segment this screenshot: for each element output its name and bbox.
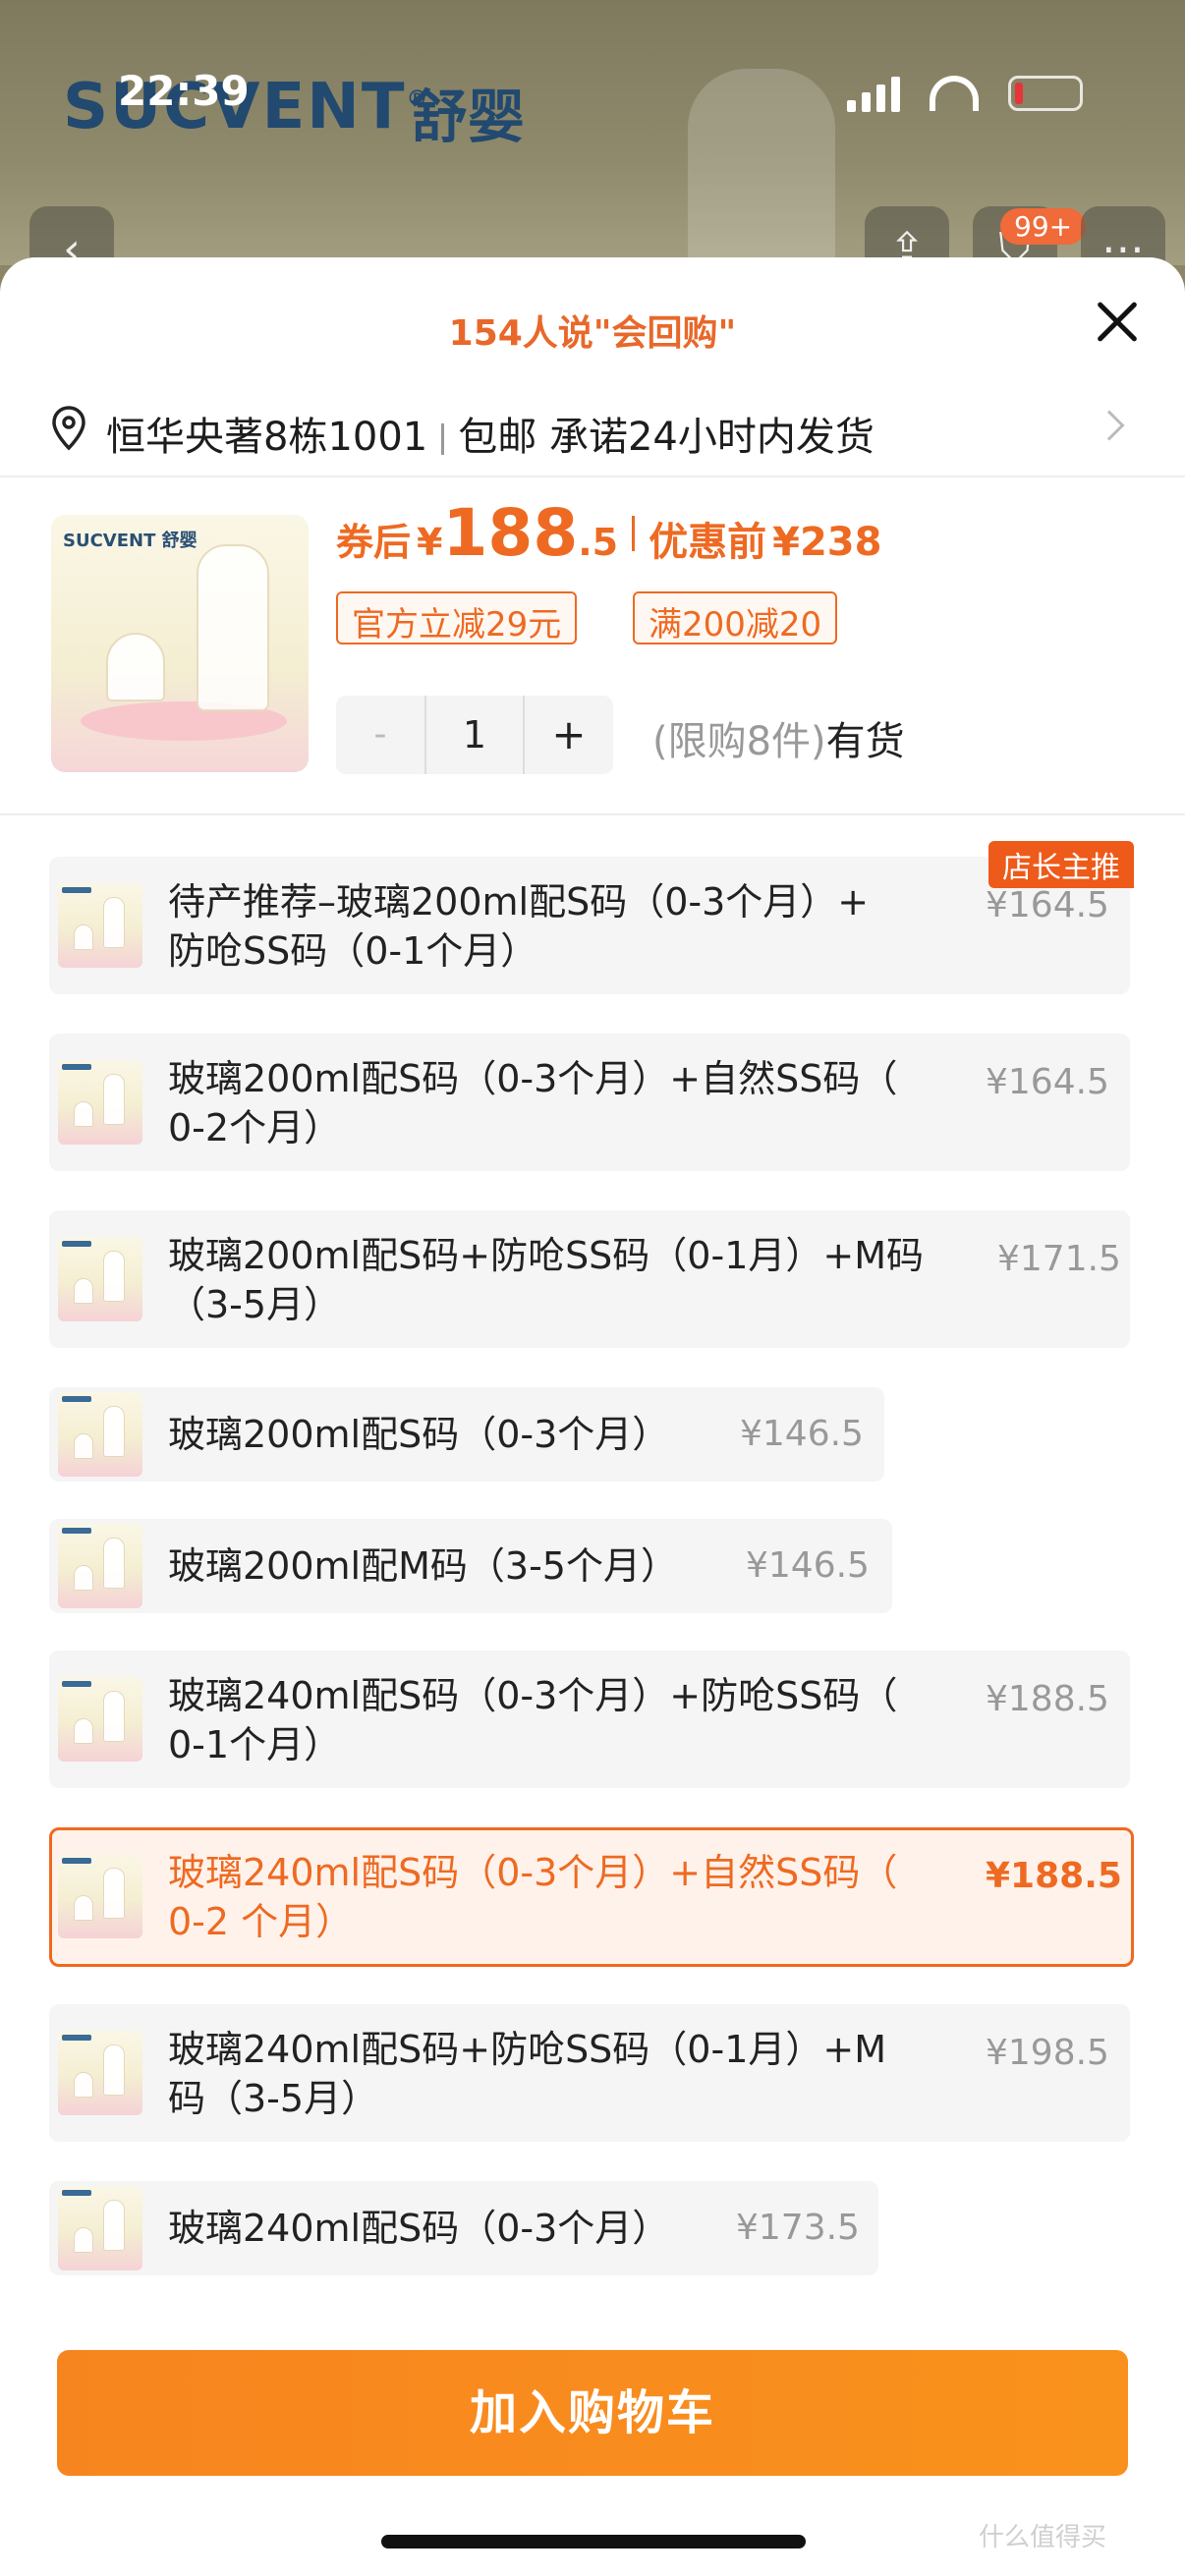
- status-bar: 22:39: [0, 0, 1185, 187]
- sku-option[interactable]: 待产推荐–玻璃200ml配S码（0-3个月）+ 防呛SS码（0-1个月） ¥164…: [49, 857, 1130, 994]
- sku-option[interactable]: 玻璃240ml配S码+防呛SS码（0-1月）+M 码（3-5月） ¥198.5: [49, 2004, 1130, 2142]
- price-line: 券后 ¥188.5 优惠前 ¥238: [336, 495, 881, 571]
- sku-option[interactable]: 玻璃200ml配M码（3-5个月） ¥146.5: [49, 1519, 892, 1613]
- delivery-address: 恒华央著8栋1001: [106, 415, 428, 460]
- product-thumbnail[interactable]: SUCVENT 舒婴: [51, 515, 309, 772]
- sku-option-name: 玻璃200ml配S码（0-3个月）+自然SS码（ 0-2个月）: [168, 1057, 898, 1149]
- sku-option-thumbnail: [58, 1060, 142, 1145]
- sku-option[interactable]: 玻璃200ml配S码+防呛SS码（0-1月）+M码 （3-5月） ¥171.5: [49, 1210, 1130, 1348]
- quantity-stepper: - 1 +: [336, 696, 613, 774]
- price-label: 券后: [336, 521, 412, 564]
- price-decimal: .5: [578, 521, 619, 564]
- sku-option-price: ¥146.5: [740, 1414, 864, 1454]
- original-price: ¥238: [772, 520, 882, 565]
- sku-option-thumbnail: [58, 2031, 142, 2115]
- sku-option-thumbnail: [58, 1392, 142, 1477]
- sku-option-price: ¥188.5: [986, 1856, 1122, 1896]
- sku-option-thumbnail: [58, 1854, 142, 1938]
- battery-icon: [1008, 76, 1083, 111]
- coupon-badge: 满200减20: [633, 591, 838, 644]
- sku-option[interactable]: 玻璃240ml配S码（0-3个月）+防呛SS码（ 0-1个月） ¥188.5: [49, 1651, 1130, 1788]
- sku-option-name: 待产推荐–玻璃200ml配S码（0-3个月）+ 防呛SS码（0-1个月）: [168, 880, 870, 973]
- shop-owner-recommend-tag: 店长主推: [988, 841, 1134, 888]
- sku-option-name: 玻璃240ml配S码（0-3个月）+防呛SS码（ 0-1个月）: [168, 1674, 898, 1766]
- sku-option-price: ¥164.5: [986, 885, 1109, 925]
- address-text: 恒华央著8栋1001 包邮 承诺24小时内发货: [106, 405, 875, 462]
- repurchase-title: 154人说"会回购": [448, 313, 737, 354]
- sku-option-name: 玻璃200ml配S码+防呛SS码（0-1月）+M码 （3-5月）: [168, 1234, 925, 1326]
- location-pin-icon: [52, 406, 85, 451]
- thumbnail-logo: SUCVENT 舒婴: [63, 531, 198, 551]
- sku-option-thumbnail: [58, 883, 142, 968]
- sku-option-price: ¥164.5: [986, 1062, 1109, 1102]
- original-price-label: 优惠前: [649, 520, 767, 565]
- sku-option[interactable]: 玻璃240ml配S码（0-3个月） ¥173.5: [49, 2181, 878, 2275]
- close-icon[interactable]: [1087, 293, 1146, 352]
- sku-option-thumbnail: [58, 2186, 142, 2270]
- cellular-signal-icon: [847, 75, 900, 112]
- add-to-cart-button[interactable]: 加入购物车: [57, 2350, 1128, 2476]
- wifi-icon: [930, 76, 979, 111]
- stock-status: (限购8件)有货: [652, 709, 905, 766]
- price-integer: 188: [442, 495, 579, 571]
- sku-option-price: ¥173.5: [736, 2208, 860, 2248]
- decrease-button[interactable]: -: [336, 696, 424, 774]
- shipping-promise: 包邮 承诺24小时内发货: [458, 415, 875, 460]
- in-stock: 有货: [825, 719, 905, 764]
- divider: [0, 813, 1185, 815]
- clock: 22:39: [118, 67, 250, 115]
- sku-selector-sheet: 154人说"会回购" 恒华央著8栋1001 包邮 承诺24小时内发货 SUCVEN…: [0, 257, 1185, 2576]
- sku-option-thumbnail: [58, 1677, 142, 1762]
- coupon-badge: 官方立减29元: [336, 591, 578, 644]
- sku-option-thumbnail: [58, 1237, 142, 1321]
- sku-option[interactable]: 玻璃200ml配S码（0-3个月）+自然SS码（ 0-2个月） ¥164.5: [49, 1034, 1130, 1171]
- currency-symbol: ¥: [417, 521, 443, 564]
- increase-button[interactable]: +: [525, 696, 613, 774]
- sku-option-name: 玻璃240ml配S码（0-3个月）: [168, 2207, 670, 2250]
- sku-option-price: ¥146.5: [746, 1545, 870, 1586]
- home-indicator[interactable]: [381, 2535, 806, 2548]
- sku-option[interactable]: 玻璃200ml配S码（0-3个月） ¥146.5: [49, 1387, 884, 1482]
- sku-option-name: 玻璃240ml配S码（0-3个月）+自然SS码（ 0-2 个月）: [168, 1851, 898, 1943]
- address-row[interactable]: 恒华央著8栋1001 包邮 承诺24小时内发货: [0, 383, 1185, 481]
- watermark: 什么值得买: [979, 2523, 1107, 2552]
- sku-option-price: ¥171.5: [997, 1239, 1121, 1279]
- sku-option-name: 玻璃240ml配S码+防呛SS码（0-1月）+M 码（3-5月）: [168, 2028, 887, 2120]
- sku-option-thumbnail: [58, 1524, 142, 1608]
- chevron-right-icon: [1094, 410, 1125, 441]
- quantity-value[interactable]: 1: [424, 696, 525, 774]
- sku-option-name: 玻璃200ml配S码（0-3个月）: [168, 1413, 670, 1456]
- sku-option-price: ¥188.5: [986, 1679, 1109, 1719]
- sku-option-name: 玻璃200ml配M码（3-5个月）: [168, 1544, 678, 1588]
- divider: [0, 476, 1185, 477]
- purchase-limit: (限购8件): [652, 719, 826, 764]
- sku-option-selected[interactable]: 玻璃240ml配S码（0-3个月）+自然SS码（ 0-2 个月） ¥188.5: [49, 1827, 1134, 1967]
- cart-count-badge: 99+: [1000, 208, 1087, 245]
- sku-option-price: ¥198.5: [986, 2033, 1109, 2073]
